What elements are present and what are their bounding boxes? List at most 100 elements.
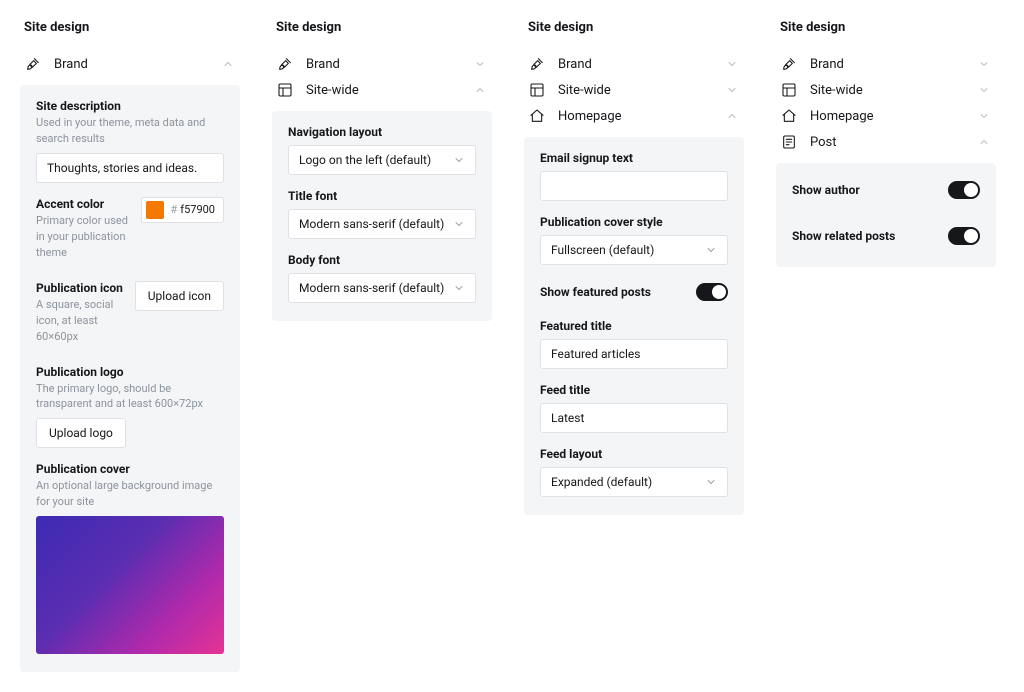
field-nav-layout: Navigation layout Logo on the left (defa… — [288, 125, 476, 175]
chevron-down-icon — [726, 84, 738, 96]
brush-icon — [24, 55, 42, 73]
chevron-up-icon — [222, 58, 234, 70]
section-label: Brand — [54, 57, 222, 72]
field-feed-layout: Feed layout Expanded (default) — [540, 447, 728, 497]
title-font-select[interactable]: Modern sans-serif (default) — [288, 209, 476, 239]
section-row-post[interactable]: Post — [776, 129, 996, 155]
section-row-sitewide[interactable]: Site-wide — [776, 77, 996, 103]
layout-icon — [780, 81, 798, 99]
field-label: Featured title — [540, 319, 728, 333]
section-label: Site-wide — [810, 83, 978, 98]
post-icon — [780, 133, 798, 151]
email-signup-input[interactable] — [540, 171, 728, 201]
featured-title-input[interactable]: Featured articles — [540, 339, 728, 369]
layout-icon — [276, 81, 294, 99]
field-label: Body font — [288, 253, 476, 267]
panel-column-brand: Site design Brand Site description Used … — [20, 20, 240, 672]
accent-color-input[interactable]: # f57900 — [141, 197, 224, 223]
brush-icon — [780, 55, 798, 73]
feed-layout-select[interactable]: Expanded (default) — [540, 467, 728, 497]
section-label: Homepage — [810, 109, 978, 124]
field-label: Feed layout — [540, 447, 728, 461]
chevron-up-icon — [474, 84, 486, 96]
field-label: Publication logo — [36, 365, 224, 379]
chevron-down-icon — [726, 58, 738, 70]
section-row-homepage[interactable]: Homepage — [776, 103, 996, 129]
section-label: Brand — [810, 57, 978, 72]
section-row-sitewide[interactable]: Site-wide — [272, 77, 492, 103]
color-swatch — [146, 201, 164, 219]
section-row-brand[interactable]: Brand — [776, 51, 996, 77]
chevron-down-icon — [453, 282, 465, 294]
field-label: Show author — [792, 183, 860, 197]
field-sub: Used in your theme, meta data and search… — [36, 115, 224, 147]
panel-column-homepage: Site design Brand Site-wide Homepage Ema… — [524, 20, 744, 672]
field-body-font: Body font Modern sans-serif (default) — [288, 253, 476, 303]
layout-icon — [528, 81, 546, 99]
upload-icon-button[interactable]: Upload icon — [135, 281, 224, 311]
sitewide-panel: Navigation layout Logo on the left (defa… — [272, 111, 492, 321]
field-label: Navigation layout — [288, 125, 476, 139]
hash-symbol: # — [170, 203, 177, 216]
chevron-up-icon — [978, 136, 990, 148]
section-label: Site-wide — [558, 83, 726, 98]
field-label: Publication cover style — [540, 215, 728, 229]
homepage-panel: Email signup text Publication cover styl… — [524, 137, 744, 515]
section-label: Homepage — [558, 109, 726, 124]
hex-value: f57900 — [180, 203, 215, 216]
chevron-down-icon — [978, 84, 990, 96]
cover-style-select[interactable]: Fullscreen (default) — [540, 235, 728, 265]
feed-title-input[interactable]: Latest — [540, 403, 728, 433]
chevron-down-icon — [474, 58, 486, 70]
section-row-homepage[interactable]: Homepage — [524, 103, 744, 129]
body-font-select[interactable]: Modern sans-serif (default) — [288, 273, 476, 303]
brush-icon — [276, 55, 294, 73]
show-author-toggle[interactable] — [948, 181, 980, 199]
field-publication-cover: Publication cover An optional large back… — [36, 462, 224, 654]
col-title: Site design — [528, 20, 744, 35]
field-show-related: Show related posts — [792, 223, 980, 249]
chevron-down-icon — [705, 244, 717, 256]
site-description-input[interactable]: Thoughts, stories and ideas. — [36, 153, 224, 183]
show-related-toggle[interactable] — [948, 227, 980, 245]
field-label: Publication cover — [36, 462, 224, 476]
chevron-down-icon — [705, 476, 717, 488]
field-label: Show featured posts — [540, 285, 651, 299]
field-publication-logo: Publication logo The primary logo, shoul… — [36, 365, 224, 449]
field-site-description: Site description Used in your theme, met… — [36, 99, 224, 183]
brand-panel: Site description Used in your theme, met… — [20, 85, 240, 672]
home-icon — [780, 107, 798, 125]
field-label: Email signup text — [540, 151, 728, 165]
nav-layout-select[interactable]: Logo on the left (default) — [288, 145, 476, 175]
home-icon — [528, 107, 546, 125]
upload-logo-button[interactable]: Upload logo — [36, 418, 126, 448]
field-featured-title: Featured title Featured articles — [540, 319, 728, 369]
chevron-up-icon — [726, 110, 738, 122]
section-label: Site-wide — [306, 83, 474, 98]
chevron-down-icon — [978, 58, 990, 70]
panel-column-post: Site design Brand Site-wide Homepage Pos… — [776, 20, 996, 672]
field-accent-color: Accent color Primary color used in your … — [36, 197, 224, 267]
field-show-featured: Show featured posts — [540, 279, 728, 305]
chevron-down-icon — [453, 154, 465, 166]
input-value: Featured articles — [551, 347, 641, 361]
show-featured-toggle[interactable] — [696, 283, 728, 301]
post-panel: Show author Show related posts — [776, 163, 996, 267]
section-row-brand[interactable]: Brand — [272, 51, 492, 77]
section-row-brand[interactable]: Brand — [20, 51, 240, 77]
cover-preview[interactable] — [36, 516, 224, 654]
chevron-down-icon — [978, 110, 990, 122]
section-row-sitewide[interactable]: Site-wide — [524, 77, 744, 103]
col-title: Site design — [780, 20, 996, 35]
section-row-brand[interactable]: Brand — [524, 51, 744, 77]
field-label: Publication icon — [36, 281, 125, 295]
input-value: Latest — [551, 411, 584, 425]
col-title: Site design — [24, 20, 240, 35]
select-value: Modern sans-serif (default) — [299, 217, 444, 231]
field-sub: Primary color used in your publication t… — [36, 213, 131, 261]
select-value: Logo on the left (default) — [299, 153, 431, 167]
section-label: Brand — [558, 57, 726, 72]
field-feed-title: Feed title Latest — [540, 383, 728, 433]
chevron-down-icon — [453, 218, 465, 230]
field-label: Feed title — [540, 383, 728, 397]
